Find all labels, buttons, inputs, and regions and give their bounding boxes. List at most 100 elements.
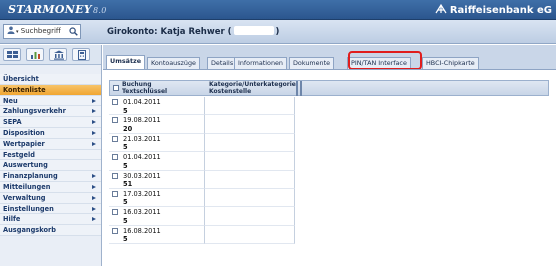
sidebar-item-auswertung[interactable]: Auswertung [0, 160, 101, 172]
sidebar-item-festgeld[interactable]: Festgeld [0, 149, 101, 161]
category-cell [205, 225, 295, 245]
grid-view-icon [7, 51, 18, 58]
sidebar-nav: Übersicht Kontenliste Neu Zahlungsverkehr SE… [0, 65, 101, 236]
sidebar-item-neu[interactable]: Neu [0, 95, 101, 107]
tab-kontoauszüge[interactable]: Kontoauszüge [147, 57, 200, 69]
text-key: 51 [123, 180, 133, 189]
sidebar-item-label: Verwaltung [3, 193, 46, 202]
sidebar-item-ausgangskorb[interactable]: Ausgangskorb [0, 225, 101, 236]
booking-date: 19.08.2011 [123, 116, 161, 125]
tab-dokumente[interactable]: Dokumente [289, 57, 335, 69]
sidebar-item-label: Zahlungsverkehr [3, 107, 66, 116]
booking-cell: 17.03.2011 5 [109, 188, 205, 208]
redacted-account-number [233, 26, 274, 35]
booking-date: 16.08.2011 [123, 226, 161, 235]
table-row[interactable]: 16.03.2011 5 [109, 207, 549, 226]
booking-date: 16.03.2011 [123, 208, 161, 217]
logo-version: 8.0 [92, 6, 107, 15]
sidebar-item-label: Disposition [3, 128, 45, 137]
row-checkbox[interactable] [112, 227, 118, 234]
sidebar-item-wertpapier[interactable]: Wertpapier [0, 138, 101, 150]
row-checkbox[interactable] [112, 209, 118, 216]
search-input[interactable]: ▾ Suchbegriff [3, 24, 81, 39]
sidebar-item-kontenliste[interactable]: Kontenliste [0, 84, 101, 96]
category-cell [205, 207, 295, 226]
booking-cell: 01.04.2011 5 [109, 152, 205, 171]
row-checkbox[interactable] [112, 117, 118, 124]
sidebar-item-label: Mitteilungen [3, 182, 51, 191]
text-key: 5 [123, 198, 128, 207]
account-title-prefix: Girokonto: Katja Rehwer ( [107, 27, 232, 37]
text-key: 5 [123, 143, 128, 152]
submenu-arrow-icon [92, 184, 96, 189]
tab-hbci-chipkarte[interactable]: HBCI-Chipkarte [422, 57, 479, 69]
category-cell [205, 170, 295, 189]
category-cell [205, 188, 295, 208]
sidebar-item-sepa[interactable]: SEPA [0, 117, 101, 128]
select-all-checkbox[interactable] [113, 85, 119, 91]
sidebar-item-mitteilungen[interactable]: Mitteilungen [0, 181, 101, 193]
table-header: Buchung Textschlüssel Kategorie/Unterkat… [109, 80, 549, 96]
submenu-arrow-icon [92, 195, 96, 200]
sidebar-item-label: Einstellungen [3, 204, 54, 213]
table-row[interactable]: 01.04.2011 5 [109, 152, 549, 171]
sidebar-item-label: Hilfe [3, 215, 21, 224]
tab-informationen[interactable]: Informationen [234, 57, 287, 69]
text-key: 5 [123, 106, 128, 115]
column-resize-handle[interactable] [300, 81, 302, 96]
column-header-category[interactable]: Kategorie/Unterkategorie Kostenstelle [209, 81, 296, 95]
row-checkbox[interactable] [112, 190, 118, 197]
sidebar-item-verwaltung[interactable]: Verwaltung [0, 192, 101, 204]
bank-button[interactable] [49, 48, 67, 61]
transactions-list: 01.04.2011 5 19.08.2011 20 21.03.2011 5 01.04.… [109, 97, 549, 245]
row-checkbox[interactable] [112, 172, 118, 179]
view-toggle-button[interactable] [3, 48, 21, 61]
submenu-arrow-icon [92, 109, 96, 114]
category-cell [205, 97, 295, 116]
search-icon[interactable] [69, 27, 78, 36]
bank-name-area: Raiffeisenbank eG [435, 4, 552, 16]
app-banner: STARMONEY8.0 Raiffeisenbank eG [0, 0, 556, 20]
booking-cell: 19.08.2011 20 [109, 115, 205, 134]
sidebar-item-label: Ausgangskorb [3, 226, 56, 235]
submenu-arrow-icon [92, 174, 96, 179]
row-checkbox[interactable] [112, 154, 118, 161]
booking-date: 17.03.2011 [123, 189, 161, 198]
table-row[interactable]: 16.08.2011 5 [109, 225, 549, 245]
tab-details[interactable]: Details [207, 57, 238, 69]
submenu-arrow-icon [92, 141, 96, 146]
table-row[interactable]: 17.03.2011 5 [109, 188, 549, 208]
sidebar-item-einstellungen[interactable]: Einstellungen [0, 203, 101, 215]
row-checkbox[interactable] [112, 135, 118, 142]
table-row[interactable]: 21.03.2011 5 [109, 133, 549, 153]
tab-umsätze[interactable]: Umsätze [106, 55, 146, 69]
account-title-suffix: ) [275, 27, 280, 37]
calculator-button[interactable] [72, 48, 90, 61]
booking-cell: 16.03.2011 5 [109, 207, 205, 226]
sidebar-item-label: SEPA [3, 118, 22, 127]
sidebar-item-disposition[interactable]: Disposition [0, 127, 101, 139]
submenu-arrow-icon [92, 217, 96, 222]
sidebar-item-label: Auswertung [3, 161, 48, 170]
bank-building-icon [54, 50, 64, 60]
column-resize-handle[interactable] [296, 81, 298, 96]
sidebar-item-finanzplanung[interactable]: Finanzplanung [0, 171, 101, 182]
text-key: 5 [123, 235, 128, 244]
column-header-booking[interactable]: Buchung Textschlüssel [122, 81, 167, 95]
sidebar-item-hilfe[interactable]: Hilfe [0, 214, 101, 226]
table-row[interactable]: 01.04.2011 5 [109, 97, 549, 116]
calculator-icon [78, 50, 86, 60]
booking-date: 21.03.2011 [123, 134, 161, 143]
table-row[interactable]: 30.03.2011 51 [109, 170, 549, 189]
row-checkbox[interactable] [112, 99, 118, 105]
top-toolbar: ▾ Suchbegriff Girokonto: Katja Rehwer () [0, 20, 556, 44]
booking-date: 01.04.2011 [123, 153, 161, 162]
sidebar-item-zahlungsverkehr[interactable]: Zahlungsverkehr [0, 106, 101, 118]
chart-button[interactable] [26, 48, 44, 61]
submenu-arrow-icon [92, 120, 96, 125]
table-row[interactable]: 19.08.2011 20 [109, 115, 549, 134]
sidebar-item-übersicht[interactable]: Übersicht [0, 74, 101, 85]
sidebar-item-label: Kontenliste [3, 85, 46, 94]
search-dropdown-indicator[interactable]: ▾ [16, 29, 19, 35]
sidebar: Übersicht Kontenliste Neu Zahlungsverkehr SE… [0, 45, 102, 266]
